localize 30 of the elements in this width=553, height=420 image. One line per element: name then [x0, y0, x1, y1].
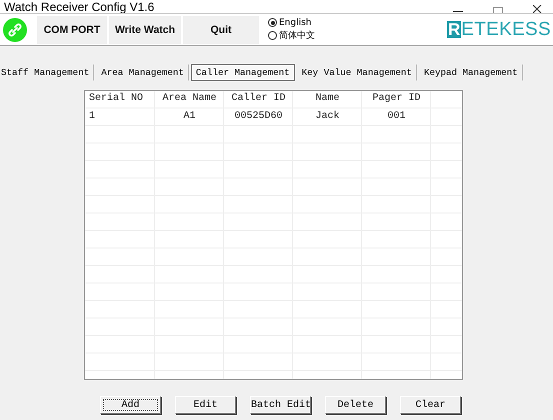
language-radio[interactable]: 简体中文	[268, 28, 315, 42]
tab[interactable]: Staff Management	[0, 64, 94, 80]
tab[interactable]: Caller Management	[190, 64, 295, 80]
close-icon[interactable]	[533, 5, 543, 13]
maximize-icon[interactable]	[493, 7, 503, 13]
action-button[interactable]: Edit	[175, 396, 236, 414]
toolbar-button[interactable]: Quit	[183, 16, 259, 44]
table-cell-text: Jack	[314, 110, 340, 124]
toolbar-button[interactable]: COM PORT	[37, 16, 107, 44]
tab[interactable]: Area Management	[96, 64, 189, 80]
column-header: Name	[314, 92, 340, 106]
table-cell-text: A1	[182, 110, 196, 124]
logo-text: ETEKESS	[461, 20, 551, 39]
tab[interactable]: Keypad Management	[418, 64, 523, 80]
logo-mark: R	[446, 21, 462, 38]
action-button[interactable]: Batch Edit	[250, 396, 311, 414]
column-header: Pager ID	[371, 92, 422, 106]
table-cell-text: 001	[386, 110, 406, 124]
action-button[interactable]: Delete	[325, 396, 386, 414]
toolbar-button[interactable]: Write Watch	[109, 16, 181, 44]
action-button[interactable]: Add	[100, 396, 161, 414]
action-button[interactable]: Clear	[400, 396, 461, 414]
column-header: Area Name	[161, 92, 218, 106]
table-cell-text: 00525D60	[233, 110, 284, 124]
column-header: Caller ID	[230, 92, 286, 106]
minimize-icon[interactable]	[453, 11, 463, 13]
language-radio[interactable]: English	[268, 18, 315, 28]
table-cell-text: 1	[88, 110, 96, 124]
tab[interactable]: Key Value Management	[296, 64, 417, 80]
column-header: Serial NO	[88, 92, 144, 106]
